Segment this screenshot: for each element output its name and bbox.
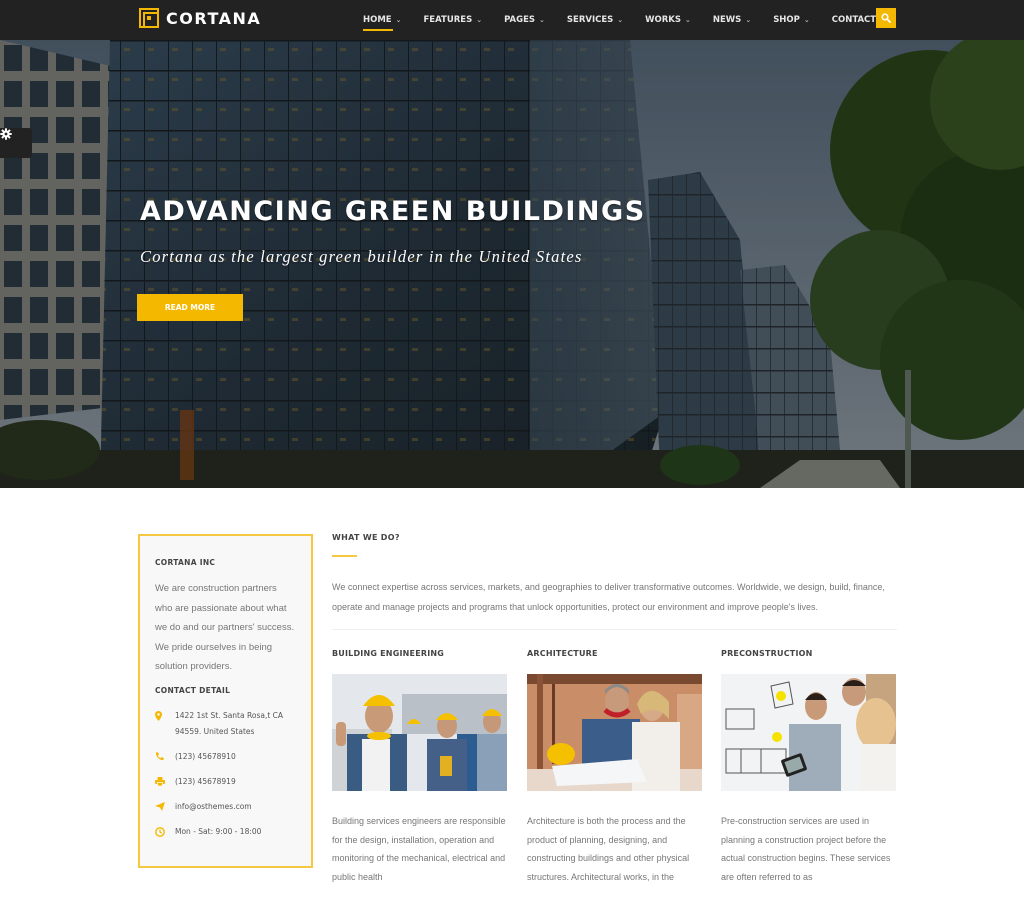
clock-icon: [155, 824, 175, 837]
nav-item-shop[interactable]: SHOP ⌄: [773, 0, 810, 40]
divider: [332, 629, 897, 630]
fax-icon: [155, 774, 175, 786]
intro-text: We connect expertise across services, ma…: [332, 582, 885, 612]
nav-label: HOME: [363, 15, 392, 25]
contact-email: info@osthemes.com: [155, 799, 296, 815]
hero-slider: ADVANCING GREEN BUILDINGS Cortana as the…: [0, 40, 1024, 488]
hero-title: ADVANCING GREEN BUILDINGS: [140, 196, 646, 227]
service-description: Architecture is both the process and the…: [527, 816, 690, 882]
logo-text: CORTANA: [166, 8, 262, 28]
map-pin-icon: [155, 708, 175, 721]
company-about: We are construction partners who are pas…: [155, 583, 295, 672]
nav-item-news[interactable]: NEWS ⌄: [713, 0, 751, 40]
active-indicator: [363, 29, 394, 31]
settings-toggle-button[interactable]: [0, 128, 32, 158]
company-heading: CORTANA INC: [155, 558, 216, 567]
company-info-box: CORTANA INC We are construction partners…: [138, 534, 313, 868]
fax-text: (123) 45678919: [175, 776, 236, 786]
chevron-down-icon: ⌄: [617, 16, 624, 24]
nav-label: WORKS: [645, 15, 682, 25]
chevron-down-icon: ⌄: [539, 16, 545, 24]
chevron-down-icon: ⌄: [476, 16, 483, 24]
service-title[interactable]: ARCHITECTURE: [527, 649, 702, 658]
contact-phone: (123) 45678910: [155, 749, 296, 765]
nav-label: SHOP: [773, 15, 800, 25]
nav-item-services[interactable]: SERVICES ⌄: [567, 0, 623, 40]
section-heading: WHAT WE DO?: [332, 533, 400, 542]
contact-list: 1422 1st St. Santa Rosa,t CA 94559. Unit…: [155, 708, 296, 840]
logo[interactable]: CORTANA: [139, 8, 261, 28]
nav-label: FEATURES: [423, 15, 473, 25]
service-title[interactable]: PRECONSTRUCTION: [721, 649, 896, 658]
site-header: CORTANA HOME ⌄ FEATURES ⌄ PAGES ⌄ SERVICES ⌄…: [0, 0, 1024, 40]
service-image[interactable]: [332, 674, 507, 791]
architects-photo: [527, 674, 702, 791]
nav-item-works[interactable]: WORKS ⌄: [645, 0, 691, 40]
service-card-preconstruction: PRECONSTRUCTION Pre-construction service…: [721, 649, 896, 886]
chevron-down-icon: ⌄: [685, 16, 691, 24]
heading-accent-bar: [332, 555, 357, 557]
contact-heading: CONTACT DETAIL: [155, 685, 231, 695]
contact-address: 1422 1st St. Santa Rosa,t CA 94559. Unit…: [155, 708, 296, 740]
nav-label: SERVICES: [566, 15, 614, 25]
service-card-building-engineering: BUILDING ENGINEERING Building services e…: [332, 649, 507, 886]
chevron-down-icon: ⌄: [803, 16, 810, 24]
nav-label: NEWS: [712, 15, 742, 25]
chevron-down-icon: ⌄: [395, 16, 402, 24]
contact-fax: (123) 45678919: [155, 774, 296, 790]
nav-item-features[interactable]: FEATURES ⌄: [423, 0, 482, 40]
phone-text[interactable]: (123) 45678910: [175, 749, 296, 765]
service-card-architecture: ARCHITECTURE Architecture is both the pr…: [527, 649, 702, 886]
send-icon: [155, 799, 175, 811]
nav-item-home[interactable]: HOME ⌄: [363, 0, 401, 40]
service-title[interactable]: BUILDING ENGINEERING: [332, 649, 507, 658]
service-description: Building services engineers are responsi…: [332, 816, 506, 882]
read-more-button[interactable]: READ MORE: [137, 294, 243, 321]
nav-item-pages[interactable]: PAGES ⌄: [504, 0, 545, 40]
service-image[interactable]: [527, 674, 702, 791]
nav-label: PAGES: [504, 15, 536, 25]
hours-text: Mon - Sat: 9:00 - 18:00: [175, 826, 262, 836]
email-link[interactable]: info@osthemes.com: [175, 799, 296, 815]
logo-mark-icon: [139, 8, 159, 28]
search-icon: [881, 13, 891, 23]
phone-icon: [155, 749, 175, 761]
planning-photo: [721, 674, 896, 791]
address-text: 1422 1st St. Santa Rosa,t CA 94559. Unit…: [175, 710, 284, 736]
hero-subtitle: Cortana as the largest green builder in …: [140, 247, 583, 266]
contact-hours: Mon - Sat: 9:00 - 18:00: [155, 824, 296, 840]
main-nav: HOME ⌄ FEATURES ⌄ PAGES ⌄ SERVICES ⌄ WORKS ⌄ …: [363, 0, 914, 40]
search-button[interactable]: [876, 8, 896, 28]
chevron-down-icon: ⌄: [745, 16, 752, 24]
service-image[interactable]: [721, 674, 896, 791]
service-description: Pre-construction services are used in pl…: [721, 816, 891, 882]
gear-icon: [0, 128, 12, 140]
workers-photo: [332, 674, 507, 791]
